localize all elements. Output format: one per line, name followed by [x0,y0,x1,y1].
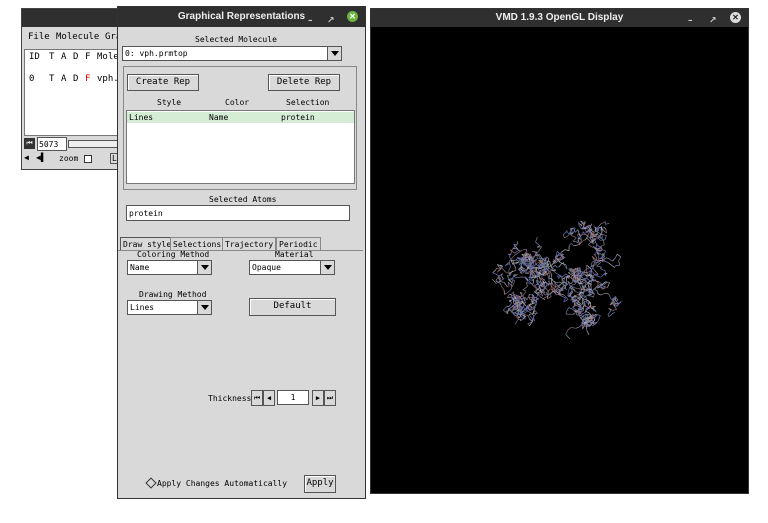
close-icon[interactable]: ✕ [730,12,741,23]
header-selection: Selection [286,98,330,107]
step-back-icon[interactable]: ◀ [24,153,29,162]
coloring-method-value: Name [130,263,150,272]
selected-molecule-select[interactable]: 0: vph.prmtop [122,46,342,61]
drawing-method-label: Drawing Method [139,290,207,299]
create-rep-button[interactable]: Create Rep [127,74,199,91]
coloring-method-label: Coloring Method [137,250,210,259]
thickness-increment-icon[interactable]: ▶ [312,390,324,406]
protein-lines-render[interactable] [371,27,748,493]
chevron-down-icon[interactable] [320,261,334,274]
graphical-representations-window: Graphical Representations – ↗ ✕ Selected… [117,6,366,499]
reps-group: Create Rep Delete Rep Style Color Select… [123,66,357,190]
row-selection: protein [281,113,315,122]
selected-molecule-label: Selected Molecule [195,35,277,44]
thickness-decrement-icon[interactable]: ◀ [263,390,275,406]
menu-molecule[interactable]: Molecule [56,32,99,42]
coloring-method-select[interactable]: Name [127,260,212,275]
main-titlebar[interactable] [22,9,122,27]
drawing-method-select[interactable]: Lines [127,300,212,315]
zoom-checkbox[interactable] [84,155,92,163]
row-molecule-name[interactable]: vph. [97,74,119,84]
selected-atoms-label: Selected Atoms [209,195,277,204]
reps-table: Lines Name protein [126,110,355,184]
chevron-down-icon[interactable] [197,301,211,314]
reps-close-icon[interactable]: ✕ [347,11,358,22]
col-drawn: D [73,52,79,62]
chevron-down-icon[interactable] [197,261,211,274]
frame-slider[interactable] [68,140,124,148]
tab-draw-style[interactable]: Draw style [120,237,175,251]
row-active[interactable]: A [61,74,66,84]
material-label: Material [275,250,314,259]
reps-title: Graphical Representations [177,11,306,22]
menu-file[interactable]: File [28,32,50,42]
chevron-down-icon[interactable] [327,47,341,60]
row-style: Lines [129,113,154,122]
thickness-input[interactable] [277,390,309,405]
frame-controls: ⏮ ◀ ◀▌ zoom L [22,136,124,168]
selected-atoms-input[interactable] [126,205,350,221]
material-select[interactable]: Opaque [249,260,335,275]
play-back-icon[interactable]: ◀▌ [36,153,46,162]
display-titlebar[interactable]: VMD 1.9.3 OpenGL Display – ↗ ✕ [371,9,748,27]
thickness-label: Thickness [208,394,252,403]
molecule-list: ID T A D F Mole 0 T A D F vph. [24,49,122,136]
default-button[interactable]: Default [249,298,336,316]
tab-trajectory[interactable]: Trajectory [222,237,277,251]
tab-periodic[interactable]: Periodic [276,237,321,251]
delete-rep-button[interactable]: Delete Rep [268,74,340,91]
header-color: Color [225,98,250,107]
row-fixed[interactable]: F [85,74,90,84]
display-title: VMD 1.9.3 OpenGL Display [495,12,624,23]
apply-auto-label[interactable]: Apply Changes Automatically [157,479,287,488]
apply-button[interactable]: Apply [304,475,336,493]
col-top: T [49,52,55,62]
selected-molecule-value: 0: vph.prmtop [125,49,188,58]
rewind-start-icon[interactable]: ⏮ [24,138,35,149]
row-drawn[interactable]: D [73,74,78,84]
apply-auto-radio-icon[interactable] [145,477,157,489]
reps-minimize-icon[interactable]: – [308,11,313,31]
table-row[interactable]: Lines Name protein [127,112,354,123]
row-id[interactable]: 0 [29,74,34,84]
main-menubar: File Molecule Gra [22,31,122,45]
col-molecule: Mole [97,52,119,62]
zoom-label: zoom [59,154,79,163]
col-id: ID [29,52,40,62]
row-color: Name [209,113,229,122]
col-fixed: F [85,52,91,62]
reps-restore-icon[interactable]: ↗ [327,11,335,31]
vmd-main-window: File Molecule Gra ID T A D F Mole 0 T A … [21,8,124,170]
thickness-min-icon[interactable]: ⏮ [251,390,263,406]
col-active: A [61,52,67,62]
material-value: Opaque [252,263,281,272]
header-style: Style [157,98,182,107]
thickness-max-icon[interactable]: ⏭ [324,390,336,406]
opengl-display-window: VMD 1.9.3 OpenGL Display – ↗ ✕ [370,8,749,494]
row-top[interactable]: T [49,74,54,84]
tab-selections[interactable]: Selections [170,237,225,251]
frame-input[interactable] [37,137,67,151]
reps-titlebar[interactable]: Graphical Representations – ↗ ✕ [118,7,365,27]
drawing-method-value: Lines [130,303,155,312]
